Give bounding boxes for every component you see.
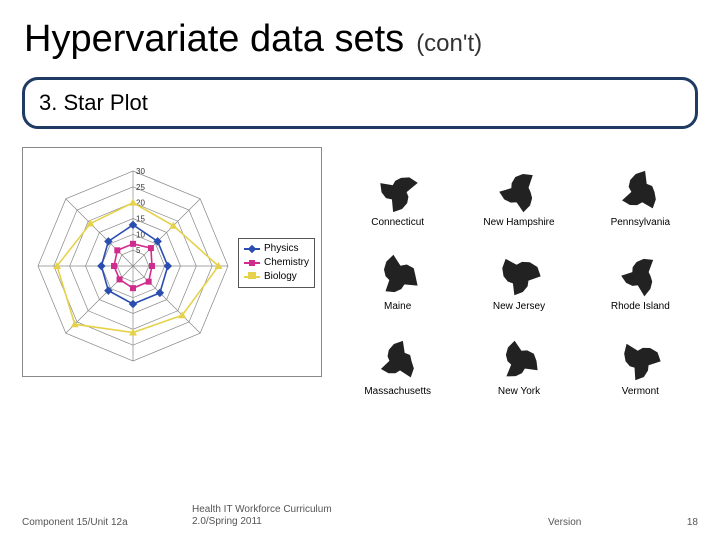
small-multiple-cell: New Hampshire: [461, 147, 576, 228]
legend-marker-biology: [244, 276, 260, 278]
footer-left: Component 15/Unit 12a: [22, 517, 192, 528]
small-multiple-label: New Jersey: [493, 301, 545, 312]
footer-center-line1: Health IT Workforce Curriculum: [192, 504, 332, 515]
small-multiple-cell: New York: [461, 316, 576, 397]
legend-label: Physics: [264, 242, 298, 256]
content-row: 51015202530 Physics Chemistry Biology Co…: [0, 129, 720, 397]
footer-center: Health IT Workforce Curriculum 2.0/Sprin…: [192, 504, 548, 528]
legend-item: Chemistry: [244, 256, 309, 270]
footer-version: Version: [548, 517, 668, 528]
star-glyph-icon: [375, 253, 421, 299]
small-multiple-cell: Pennsylvania: [583, 147, 698, 228]
svg-text:15: 15: [136, 215, 145, 224]
star-glyph-icon: [496, 338, 542, 384]
slide-title: Hypervariate data sets: [24, 18, 404, 61]
legend-label: Biology: [264, 270, 297, 284]
small-multiple-label: Pennsylvania: [611, 217, 670, 228]
svg-text:30: 30: [136, 167, 145, 176]
legend-marker-physics: [244, 248, 260, 250]
star-glyph-icon: [375, 169, 421, 215]
svg-text:5: 5: [136, 246, 141, 255]
slide-title-row: Hypervariate data sets (con't): [0, 0, 720, 71]
svg-text:25: 25: [136, 183, 145, 192]
small-multiple-cell: Connecticut: [340, 147, 455, 228]
small-multiple-label: Maine: [384, 301, 411, 312]
small-multiple-label: Rhode Island: [611, 301, 670, 312]
small-multiple-cell: New Jersey: [461, 232, 576, 313]
slide-title-suffix: (con't): [416, 30, 482, 58]
legend-marker-chemistry: [244, 262, 260, 264]
small-multiple-label: Massachusetts: [364, 386, 431, 397]
star-glyph-icon: [496, 253, 542, 299]
footer-center-line2: 2.0/Spring 2011: [192, 516, 262, 527]
chart-legend: Physics Chemistry Biology: [238, 238, 315, 288]
star-glyph-icon: [617, 169, 663, 215]
page-number: 18: [668, 517, 698, 528]
star-glyph-icon: [496, 169, 542, 215]
legend-item: Physics: [244, 242, 309, 256]
small-multiple-cell: Vermont: [583, 316, 698, 397]
small-multiple-label: New York: [498, 386, 540, 397]
star-glyph-icon: [617, 338, 663, 384]
legend-item: Biology: [244, 270, 309, 284]
small-multiple-cell: Rhode Island: [583, 232, 698, 313]
radar-chart: 51015202530 Physics Chemistry Biology: [22, 147, 322, 377]
section-heading-box: 3. Star Plot: [22, 77, 698, 129]
star-glyph-icon: [375, 338, 421, 384]
star-glyph-icon: [617, 253, 663, 299]
small-multiples-grid: Connecticut New Hampshire Pennsylvania Main…: [340, 147, 698, 397]
small-multiple-cell: Maine: [340, 232, 455, 313]
small-multiple-cell: Massachusetts: [340, 316, 455, 397]
small-multiple-label: Vermont: [622, 386, 659, 397]
section-heading: 3. Star Plot: [39, 90, 148, 115]
legend-label: Chemistry: [264, 256, 309, 270]
slide-footer: Component 15/Unit 12a Health IT Workforc…: [0, 504, 720, 528]
small-multiple-label: New Hampshire: [483, 217, 554, 228]
small-multiple-label: Connecticut: [371, 217, 424, 228]
